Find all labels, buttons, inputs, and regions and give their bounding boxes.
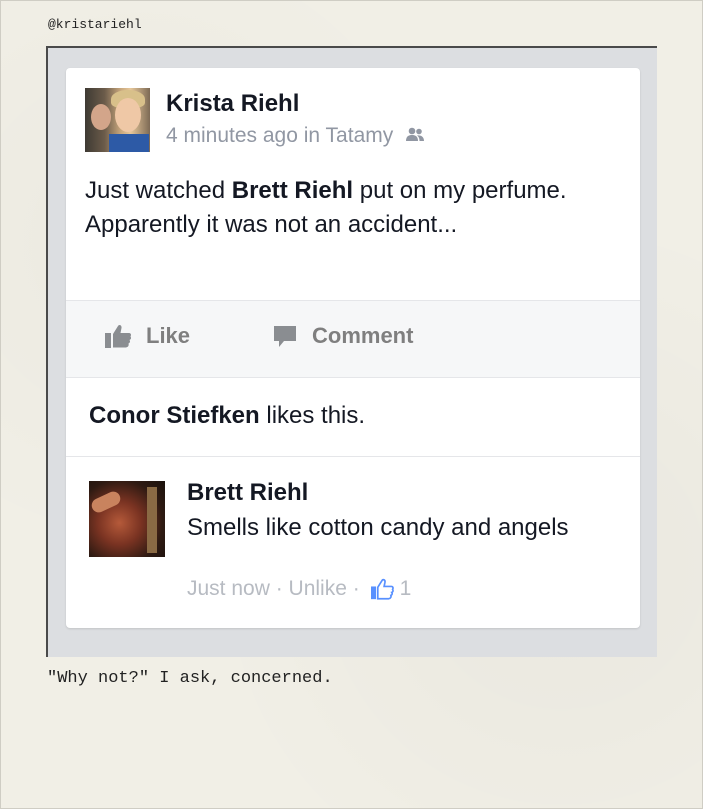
paper-background: @kristariehl Krista Riehl 4 minutes ago … [0, 0, 703, 809]
post-meta: 4 minutes ago in Tatamy [166, 124, 425, 148]
comment-meta: Just now · Unlike · 1 [187, 577, 411, 601]
divider [66, 456, 640, 457]
likes-suffix: likes this. [259, 402, 366, 429]
comment-author-name[interactable]: Brett Riehl [187, 479, 308, 507]
post-text: Just watched Brett Riehl put on my perfu… [85, 174, 605, 242]
like-label: Like [146, 323, 191, 348]
liker-name[interactable]: Conor Stiefken [89, 402, 260, 429]
post-actions-bar: Like Comment [66, 300, 640, 378]
meta-separator: · [346, 577, 366, 600]
unlike-button[interactable]: Unlike [289, 577, 347, 601]
like-button[interactable]: Like [104, 323, 190, 349]
comment-icon [274, 326, 296, 347]
likes-summary: Conor Stiefken likes this. [89, 402, 365, 430]
friends-icon [405, 124, 425, 148]
screenshot-frame: Krista Riehl 4 minutes ago in Tatamy Jus… [46, 46, 657, 657]
thumbs-up-icon [105, 324, 132, 348]
post-time-location[interactable]: 4 minutes ago in Tatamy [166, 124, 393, 147]
post-mention[interactable]: Brett Riehl [232, 177, 353, 204]
post-text-before: Just watched [85, 177, 232, 204]
comment-text: Smells like cotton candy and angels [187, 514, 569, 541]
caption-text: "Why not?" I ask, concerned. [47, 669, 333, 688]
author-handle: @kristariehl [48, 17, 142, 32]
comment-label: Comment [312, 323, 414, 348]
comment-button[interactable]: Comment [272, 323, 413, 349]
meta-separator: · [269, 577, 289, 600]
post-card: Krista Riehl 4 minutes ago in Tatamy Jus… [66, 68, 640, 628]
commenter-avatar[interactable] [89, 481, 165, 557]
post-author-name[interactable]: Krista Riehl [166, 90, 299, 118]
comment-time: Just now [187, 577, 270, 600]
comment-like-count[interactable]: 1 [400, 577, 412, 601]
author-avatar[interactable] [85, 88, 150, 152]
thumbs-up-blue-icon [370, 578, 394, 600]
